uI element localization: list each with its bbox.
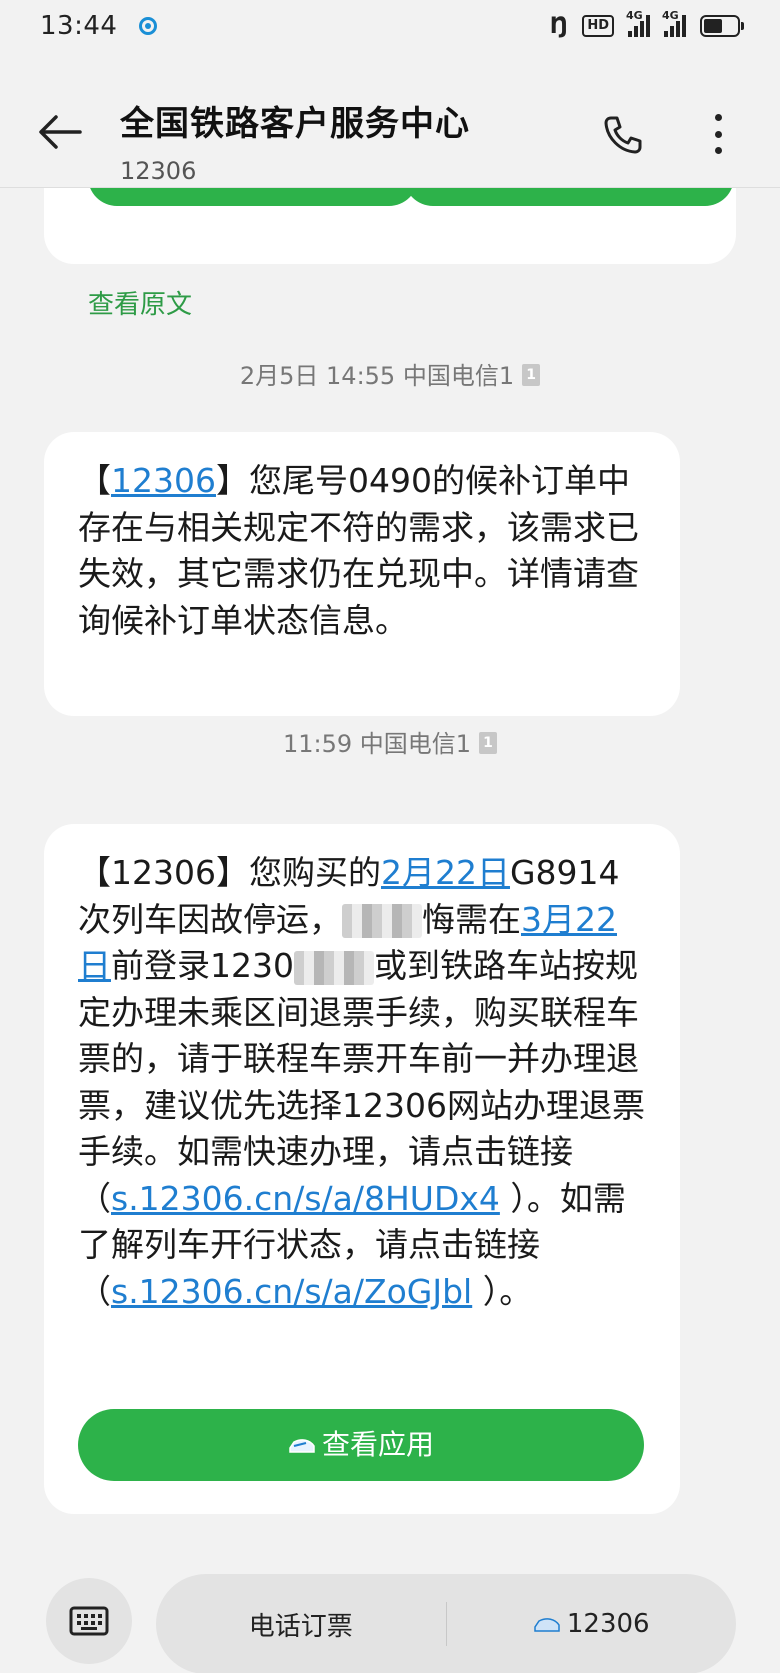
status-bar: 13:44 Ŋ HD 4G 4G — [0, 0, 780, 52]
message-timestamp: 11:59 中国电信1 1 — [0, 724, 780, 759]
previous-action-button-1[interactable] — [88, 188, 418, 206]
phone-icon — [604, 116, 642, 154]
sender-link[interactable]: 12306 — [111, 461, 216, 500]
header-title-block: 全国铁路客户服务中心 12306 — [120, 96, 470, 185]
dot — [714, 114, 722, 121]
conversation-header: 全国铁路客户服务中心 12306 — [0, 52, 780, 188]
previous-action-button-2[interactable] — [404, 188, 734, 206]
train-icon — [289, 1439, 315, 1453]
signal-1-icon: 4G — [626, 9, 650, 37]
hd-voice-badge: HD — [582, 15, 614, 37]
battery-icon — [700, 15, 744, 37]
dot — [714, 130, 722, 138]
sim-card-icon: 1 — [522, 364, 541, 386]
redacted-region — [293, 950, 374, 985]
page-title: 全国铁路客户服务中心 — [120, 104, 470, 144]
train-icon — [534, 1618, 560, 1632]
keyboard-icon — [69, 1606, 109, 1636]
back-button[interactable] — [38, 114, 82, 150]
status-icons: Ŋ HD 4G 4G — [549, 9, 744, 39]
bottom-menu-bar: 电话订票 12306 — [0, 1568, 780, 1673]
refund-link[interactable]: s.12306.cn/s/a/8HUDx4 — [111, 1179, 500, 1218]
dot — [714, 147, 722, 154]
service-menu: 电话订票 12306 — [156, 1574, 736, 1673]
status-time: 13:44 — [40, 11, 118, 41]
message-text: 【12306】您购买的2月22日G8914次列车因故停运， 悔需在3月22日前登录… — [78, 853, 645, 1311]
previous-message-card — [44, 188, 736, 264]
redacted-region — [342, 904, 422, 938]
train-status-link[interactable]: s.12306.cn/s/a/ZoGJbl — [111, 1272, 472, 1311]
date-link[interactable]: 2月22日 — [381, 853, 510, 892]
arrow-left-icon — [39, 115, 82, 149]
call-button[interactable] — [602, 114, 644, 156]
menu-item-phone-booking[interactable]: 电话订票 — [156, 1606, 446, 1643]
more-options-button[interactable] — [706, 114, 730, 154]
location-icon — [139, 17, 158, 35]
view-app-button[interactable]: 查看应用 — [78, 1409, 644, 1481]
view-original-link[interactable]: 查看原文 — [88, 284, 192, 321]
nfc-icon: Ŋ — [549, 13, 569, 39]
signal-2-icon: 4G — [662, 9, 686, 37]
sender-number: 12306 — [120, 157, 197, 185]
keyboard-toggle-button[interactable] — [46, 1578, 132, 1664]
message-bubble[interactable]: 【12306】您尾号0490的候补订单中存在与相关规定不符的需求，该需求已失效，… — [44, 432, 680, 716]
message-timestamp: 2月5日 14:55 中国电信1 1 — [0, 356, 780, 391]
menu-item-12306[interactable]: 12306 — [447, 1609, 737, 1639]
sim-card-icon: 1 — [479, 732, 498, 754]
message-bubble[interactable]: 【12306】您购买的2月22日G8914次列车因故停运， 悔需在3月22日前登录… — [44, 824, 680, 1514]
